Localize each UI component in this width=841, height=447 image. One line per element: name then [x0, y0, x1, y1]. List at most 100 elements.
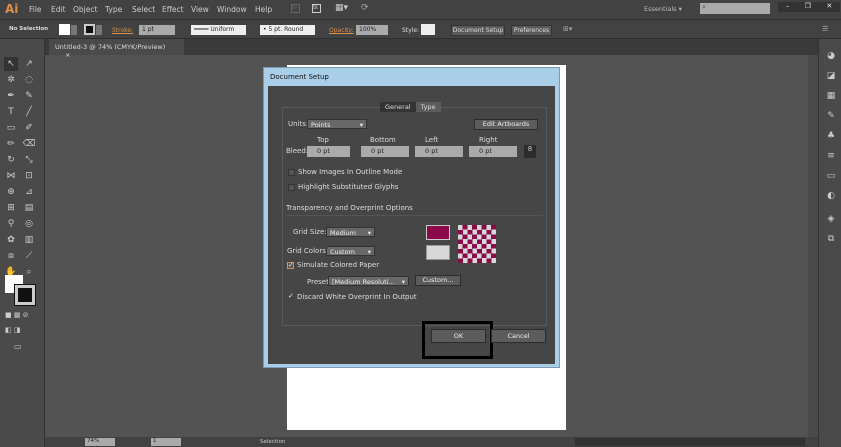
- symbols-icon[interactable]: ♣: [824, 131, 838, 145]
- stock-icon[interactable]: St: [312, 4, 321, 13]
- fill-swatch[interactable]: [59, 24, 70, 35]
- bleed-top-input[interactable]: 0 pt: [307, 146, 350, 157]
- stroke-weight-input[interactable]: 1 pt: [139, 25, 175, 35]
- workspace-switcher[interactable]: Essentials ▾: [644, 5, 682, 13]
- close-button[interactable]: ✕: [826, 2, 832, 12]
- help-search-input[interactable]: ⌕: [700, 3, 770, 14]
- grid-color-1-swatch[interactable]: [426, 225, 450, 240]
- type-tool-icon[interactable]: T: [4, 105, 18, 119]
- eyedropper-icon[interactable]: ⚲: [4, 217, 18, 231]
- menu-object[interactable]: Object: [73, 5, 97, 14]
- menu-view[interactable]: View: [191, 5, 209, 14]
- transparency-icon[interactable]: ◐: [824, 191, 838, 205]
- menu-effect[interactable]: Effect: [162, 5, 184, 14]
- graphic-style-swatch[interactable]: [421, 24, 435, 35]
- perspective-icon[interactable]: ⊿: [22, 185, 36, 199]
- fill-dropdown[interactable]: [71, 25, 77, 35]
- bleed-left-input[interactable]: 0 pt: [415, 146, 463, 157]
- opacity-label[interactable]: Opacity:: [329, 27, 354, 34]
- color-mode-icons[interactable]: ■ ▦ ⊘: [5, 311, 29, 319]
- symbol-sprayer-icon[interactable]: ✿: [4, 233, 18, 247]
- menu-type[interactable]: Type: [105, 5, 122, 14]
- tab-type[interactable]: Type: [415, 102, 441, 112]
- sync-icon[interactable]: ⟳: [361, 3, 369, 13]
- zoom-level-input[interactable]: 74%: [85, 438, 115, 446]
- blend-icon[interactable]: ◎: [22, 217, 36, 231]
- document-tab[interactable]: Untitled-3 @ 74% (CMYK/Preview) ×: [49, 39, 184, 59]
- bridge-icon[interactable]: Br: [291, 4, 300, 13]
- direct-selection-tool-icon[interactable]: ↗: [22, 57, 36, 71]
- scale-icon[interactable]: ⤡: [22, 153, 36, 167]
- artboard-icon[interactable]: ⧈: [4, 249, 18, 263]
- grid-size-dropdown[interactable]: Medium ▾: [326, 227, 375, 237]
- artboards-panel-icon[interactable]: ⧉: [824, 234, 838, 248]
- selection-tool-icon[interactable]: ↖: [4, 57, 18, 71]
- menu-edit[interactable]: Edit: [51, 5, 66, 14]
- artboard-number-input[interactable]: 1: [151, 438, 181, 446]
- magic-wand-icon[interactable]: ✲: [4, 73, 18, 87]
- horizontal-scrollbar[interactable]: [575, 438, 805, 446]
- line-tool-icon[interactable]: ╱: [22, 105, 36, 119]
- zoom-icon[interactable]: ⌕: [22, 265, 36, 279]
- link-bleed-icon[interactable]: 8: [524, 145, 536, 158]
- close-tab-icon[interactable]: ×: [65, 51, 70, 59]
- menu-file[interactable]: File: [29, 5, 42, 14]
- discard-white-checkbox[interactable]: ✓: [288, 292, 294, 300]
- pencil-icon[interactable]: ✏: [4, 137, 18, 151]
- shape-builder-icon[interactable]: ⊕: [4, 185, 18, 199]
- stroke-dropdown[interactable]: [96, 25, 102, 35]
- menu-select[interactable]: Select: [132, 5, 155, 14]
- arrange-documents-icon[interactable]: ▦▾: [335, 3, 348, 13]
- color-guide-icon[interactable]: ◪: [824, 71, 838, 85]
- brushes-icon[interactable]: ✎: [824, 111, 838, 125]
- color-panel-icon[interactable]: ◕: [824, 51, 838, 65]
- rectangle-tool-icon[interactable]: ▭: [4, 121, 18, 135]
- pen-tool-icon[interactable]: ✒: [4, 89, 18, 103]
- lasso-icon[interactable]: ◌: [22, 73, 36, 87]
- gradient-icon[interactable]: ▤: [22, 201, 36, 215]
- cancel-button[interactable]: Cancel: [491, 329, 546, 343]
- menu-window[interactable]: Window: [217, 5, 247, 14]
- simulate-paper-checkbox[interactable]: ✓: [287, 262, 294, 269]
- mesh-icon[interactable]: ⊞: [4, 201, 18, 215]
- opacity-input[interactable]: 100%: [356, 25, 388, 35]
- menu-help[interactable]: Help: [255, 5, 272, 14]
- units-dropdown[interactable]: Points ▾: [307, 119, 367, 129]
- custom-button[interactable]: Custom...: [415, 275, 461, 286]
- stroke-swatch[interactable]: [84, 24, 95, 35]
- status-tool[interactable]: Selection: [260, 439, 285, 445]
- preferences-button[interactable]: Preferences: [511, 25, 552, 36]
- highlight-glyphs-checkbox[interactable]: [288, 184, 295, 191]
- panel-menu-icon[interactable]: ☰: [822, 25, 828, 33]
- stroke-label[interactable]: Stroke:: [112, 27, 133, 34]
- draw-mode-icons[interactable]: ◧ ◨: [5, 326, 20, 334]
- tab-general[interactable]: General: [380, 102, 416, 112]
- slice-icon[interactable]: ⟋: [22, 249, 36, 263]
- graph-icon[interactable]: ▥: [22, 233, 36, 247]
- grid-color-2-swatch[interactable]: [426, 245, 450, 260]
- document-setup-button[interactable]: Document Setup: [451, 25, 505, 36]
- eraser-icon[interactable]: ⌫: [22, 137, 36, 151]
- ok-button[interactable]: OK: [431, 329, 486, 343]
- width-tool-icon[interactable]: ⋈: [4, 169, 18, 183]
- swatches-icon[interactable]: ▦: [824, 91, 838, 105]
- paintbrush-icon[interactable]: ✐: [22, 121, 36, 135]
- stroke-color-box[interactable]: [14, 284, 36, 306]
- stroke-panel-icon[interactable]: ≡: [824, 151, 838, 165]
- screen-mode-icon[interactable]: ▭: [14, 342, 22, 351]
- rotate-icon[interactable]: ↻: [4, 153, 18, 167]
- bleed-bottom-input[interactable]: 0 pt: [361, 146, 409, 157]
- gradient-panel-icon[interactable]: ▭: [824, 171, 838, 185]
- vertical-scrollbar[interactable]: [808, 55, 818, 437]
- bleed-right-input[interactable]: 0 pt: [469, 146, 517, 157]
- arrange-icon[interactable]: ⊞▾: [563, 25, 572, 33]
- edit-artboards-button[interactable]: Edit Artboards: [474, 119, 538, 130]
- grid-colors-dropdown[interactable]: Custom ▾: [326, 246, 375, 256]
- minimize-button[interactable]: –: [786, 2, 790, 12]
- show-images-checkbox[interactable]: [288, 169, 295, 176]
- brush-definition[interactable]: • 5 pt. Round: [260, 25, 315, 35]
- preset-dropdown[interactable]: [Medium Resoluti... ▾: [328, 276, 409, 286]
- layers-icon[interactable]: ◈: [824, 214, 838, 228]
- curvature-icon[interactable]: ✎: [22, 89, 36, 103]
- variable-width-profile[interactable]: ━━━━ Uniform: [191, 25, 246, 35]
